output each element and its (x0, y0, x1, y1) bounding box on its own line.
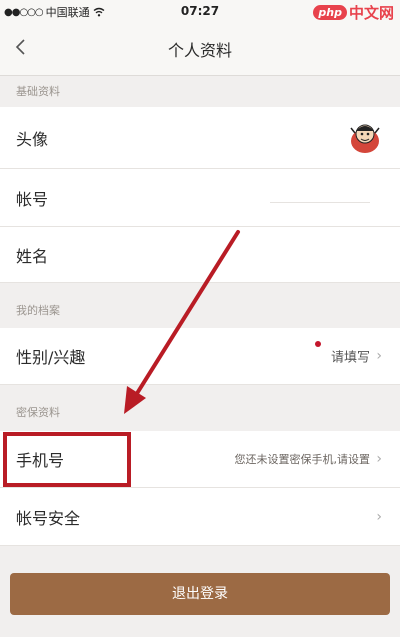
row-label-avatar: 头像 (16, 129, 49, 149)
page-title: 个人资料 (167, 41, 232, 60)
row-label-account: 帐号 (16, 189, 49, 209)
section-header-basic: 基础资料 (0, 77, 400, 107)
nav-bar: 个人资料 (0, 22, 400, 76)
logout-button[interactable]: 退出登录 (10, 573, 390, 615)
section-header-security: 密保资料 (0, 385, 400, 431)
chevron-right-icon: › (376, 348, 382, 364)
avatar[interactable] (346, 119, 384, 157)
watermark-text: 中文网 (348, 4, 394, 22)
status-bar: ●●○○○ 中国联通 07:27 php 中文网 (0, 0, 400, 22)
row-label-gender-interest: 性别/兴趣 (16, 348, 86, 367)
chevron-right-icon: › (376, 451, 382, 467)
account-underline (270, 202, 370, 203)
row-gender-interest[interactable]: 性别/兴趣 请填写 › (0, 328, 400, 385)
chevron-right-icon: › (376, 508, 382, 525)
watermark-logo: php 中文网 (313, 2, 394, 23)
row-label-name: 姓名 (16, 246, 49, 266)
notification-dot (315, 341, 321, 347)
row-account-security[interactable]: 帐号安全 › (0, 488, 400, 546)
row-avatar[interactable]: 头像 (0, 107, 400, 169)
row-value-phone: 您还未设置密保手机,请设置 (234, 453, 371, 466)
section-header-profile: 我的档案 (0, 283, 400, 328)
row-label-account-security: 帐号安全 (16, 508, 81, 528)
row-value-gender-interest: 请填写 (330, 350, 370, 366)
row-name[interactable]: 姓名 (0, 227, 400, 283)
watermark-badge: php (313, 5, 347, 20)
row-account[interactable]: 帐号 (0, 169, 400, 227)
annotation-highlight-box (3, 432, 131, 487)
